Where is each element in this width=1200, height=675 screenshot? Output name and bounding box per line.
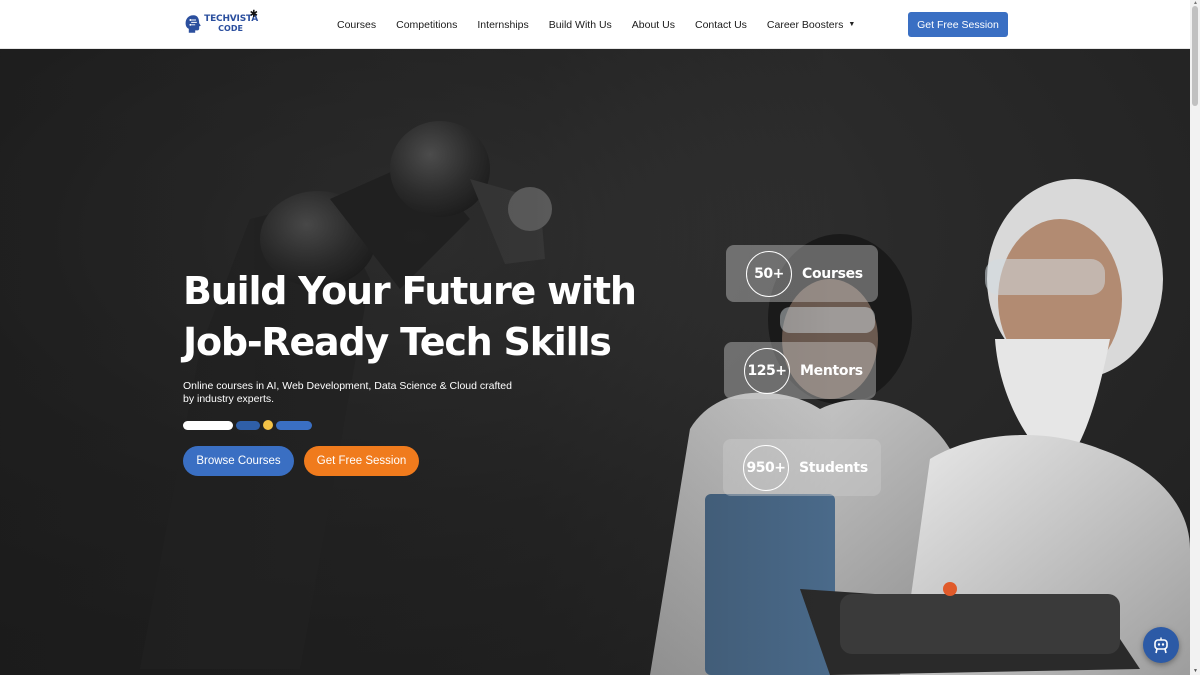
stat-value: 125+ [744, 347, 790, 394]
nav-link-internships[interactable]: Internships [477, 19, 528, 31]
stat-label: Mentors [800, 362, 863, 379]
chat-widget-button[interactable] [1143, 627, 1179, 663]
nav-link-courses[interactable]: Courses [337, 19, 376, 31]
hero-subtext: Online courses in AI, Web Development, D… [183, 380, 512, 405]
hero-section: Build Your Future with Job-Ready Tech Sk… [0, 49, 1190, 675]
stat-card-courses: 50+ Courses [726, 245, 878, 302]
carousel-dot-marker[interactable] [263, 420, 273, 430]
nav-links: Courses Competitions Internships Build W… [337, 0, 875, 49]
hero-headline-line2: Job-Ready Tech Skills [183, 320, 612, 364]
logo-head-icon [185, 15, 201, 33]
sparkle-icon: ✱ [249, 9, 258, 20]
carousel-dot[interactable] [276, 420, 312, 430]
nav-link-contact-us[interactable]: Contact Us [695, 19, 747, 31]
page-scrollbar[interactable]: ▲ ▼ [1190, 0, 1200, 675]
top-navbar: TECHVISTA CODE ✱ Courses Competitions In… [0, 0, 1190, 49]
stat-label: Courses [802, 265, 863, 282]
scroll-down-icon[interactable]: ▼ [1193, 668, 1198, 674]
stat-label: Students [799, 459, 868, 476]
browse-courses-button[interactable]: Browse Courses [183, 446, 294, 476]
nav-get-free-session-button[interactable]: Get Free Session [908, 12, 1008, 37]
carousel-dot-active[interactable] [183, 420, 233, 430]
nav-link-build-with-us[interactable]: Build With Us [549, 19, 612, 31]
site-logo[interactable]: TECHVISTA CODE ✱ [184, 9, 258, 38]
nav-dropdown-label: Career Boosters [766, 18, 844, 31]
nav-dropdown-career-boosters[interactable]: Career Boosters ▼ [767, 19, 855, 31]
carousel-indicators [183, 420, 312, 430]
logo-text-line2: CODE [218, 24, 243, 33]
nav-link-competitions[interactable]: Competitions [396, 19, 457, 31]
stat-card-mentors: 125+ Mentors [724, 342, 876, 399]
nav-link-about-us[interactable]: About Us [632, 19, 675, 31]
robot-chat-icon [1154, 637, 1168, 654]
caret-down-icon: ▼ [848, 21, 856, 28]
stat-card-students: 950+ Students [723, 439, 881, 496]
stat-value: 50+ [746, 250, 792, 297]
scrollbar-thumb[interactable] [1192, 6, 1198, 106]
hero-headline-line1: Build Your Future with [183, 269, 637, 313]
carousel-dot[interactable] [236, 420, 260, 430]
hero-get-free-session-button[interactable]: Get Free Session [304, 446, 419, 476]
stat-value: 950+ [743, 444, 789, 491]
hero-headline: Build Your Future with Job-Ready Tech Sk… [183, 266, 653, 368]
